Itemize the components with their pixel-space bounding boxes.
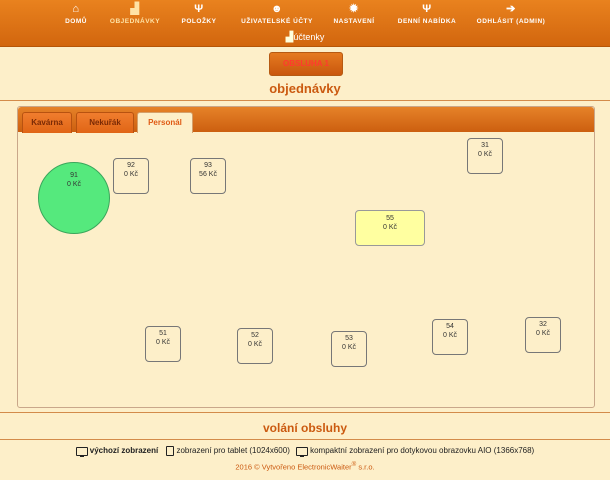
logout-icon: ➔ <box>506 3 516 15</box>
view-mode-links: výchozí zobrazení zobrazení pro tablet (… <box>0 446 610 457</box>
nav-item-home[interactable]: ⌂ DOMŮ <box>60 2 92 30</box>
tab-bar: Kavárna Nekuřák Personál <box>18 107 594 133</box>
chart-icon: ▟ <box>130 3 140 15</box>
divider <box>0 439 610 440</box>
table-54[interactable]: 54 0 Kč <box>432 319 468 355</box>
table-number: 32 <box>539 321 547 328</box>
table-55[interactable]: 55 0 Kč <box>355 210 425 246</box>
table-number: 55 <box>386 215 394 222</box>
table-amount: 0 Kč <box>442 332 457 339</box>
tab-personal[interactable]: Personál <box>137 112 193 133</box>
table-91[interactable]: 91 0 Kč <box>38 162 110 234</box>
gear-icon: ✹ <box>349 3 359 15</box>
table-number: 92 <box>127 162 135 169</box>
table-number: 51 <box>159 330 167 337</box>
nav-item-label: UŽIVATELSKÉ ÚČTY <box>241 18 313 25</box>
nav-item-label: ODHLÁSIT (ADMIN) <box>476 18 546 25</box>
nav-item-items[interactable]: Ψ POLOŽKY <box>176 2 222 30</box>
table-number: 93 <box>204 162 212 169</box>
tab-nekurak[interactable]: Nekuřák <box>76 112 134 133</box>
table-93[interactable]: 93 56 Kč <box>190 158 226 194</box>
divider <box>0 412 610 413</box>
table-amount: 0 Kč <box>123 171 138 178</box>
nav-item-daily-menu[interactable]: Ψ DENNÍ NABÍDKA <box>392 2 462 30</box>
nav-item-settings[interactable]: ✹ NASTAVENÍ <box>328 2 380 30</box>
copyright-suffix: s.r.o. <box>356 462 375 472</box>
table-92[interactable]: 92 0 Kč <box>113 158 149 194</box>
table-53[interactable]: 53 0 Kč <box>331 331 367 367</box>
nav-item-label: DENNÍ NABÍDKA <box>397 18 457 25</box>
table-amount: 0 Kč <box>382 224 397 231</box>
nav-item-logout[interactable]: ➔ ODHLÁSIT (ADMIN) <box>472 2 550 30</box>
nav-item-label: DOMŮ <box>65 18 87 25</box>
table-number: 54 <box>446 323 454 330</box>
copyright: 2016 © Vytvořeno ElectronicWaiter® s.r.o… <box>0 461 610 472</box>
page-title: objednávky <box>269 81 341 96</box>
nav-item-receipts[interactable]: ▟účtenky <box>0 32 610 43</box>
floor-plan-panel: Kavárna Nekuřák Personál <box>17 106 595 408</box>
divider <box>0 100 610 101</box>
nav-item-orders[interactable]: ▟ OBJEDNÁVKY <box>104 2 166 30</box>
monitor-icon <box>296 446 309 457</box>
table-amount: 0 Kč <box>535 330 550 337</box>
tablet-icon <box>166 446 175 456</box>
table-amount: 0 Kč <box>155 339 170 346</box>
copyright-prefix: 2016 © Vytvořeno ElectronicWaiter <box>235 462 352 472</box>
nav-item-label: NASTAVENÍ <box>333 18 375 25</box>
users-icon: ☻ <box>270 3 284 15</box>
table-amount: 0 Kč <box>247 341 262 348</box>
table-amount: 0 Kč <box>341 344 356 351</box>
table-number: 91 <box>70 172 78 179</box>
table-number: 31 <box>481 142 489 149</box>
call-waiter-title[interactable]: volání obsluhy <box>0 421 610 435</box>
table-31[interactable]: 31 0 Kč <box>467 138 503 174</box>
monitor-icon <box>75 446 88 457</box>
waiter-button[interactable]: OBSLUHA 1 <box>269 52 343 76</box>
table-number: 52 <box>251 332 259 339</box>
nav-item-label: POLOŽKY <box>181 18 217 25</box>
nav-item-user-accounts[interactable]: ☻ UŽIVATELSKÉ ÚČTY <box>234 2 320 30</box>
tablet-view-link[interactable]: zobrazení pro tablet (1024x600) <box>176 446 289 455</box>
table-51[interactable]: 51 0 Kč <box>145 326 181 362</box>
tab-kavarna[interactable]: Kavárna <box>22 112 72 133</box>
default-view-link[interactable]: výchozí zobrazení <box>90 446 158 455</box>
table-number: 53 <box>345 335 353 342</box>
receipts-label: účtenky <box>293 32 325 42</box>
cutlery-icon: Ψ <box>194 3 204 15</box>
cutlery-icon: Ψ <box>422 3 432 15</box>
table-32[interactable]: 32 0 Kč <box>525 317 561 353</box>
nav-item-label: OBJEDNÁVKY <box>109 18 161 25</box>
home-icon: ⌂ <box>72 3 80 15</box>
table-amount: 0 Kč <box>66 181 81 188</box>
table-amount: 0 Kč <box>477 151 492 158</box>
table-amount: 56 Kč <box>199 171 217 178</box>
aio-view-link[interactable]: kompaktní zobrazení pro dotykovou obrazo… <box>310 446 534 455</box>
top-navigation-bar: ⌂ DOMŮ ▟ OBJEDNÁVKY Ψ POLOŽKY ☻ UŽIVATEL… <box>0 0 610 47</box>
table-52[interactable]: 52 0 Kč <box>237 328 273 364</box>
